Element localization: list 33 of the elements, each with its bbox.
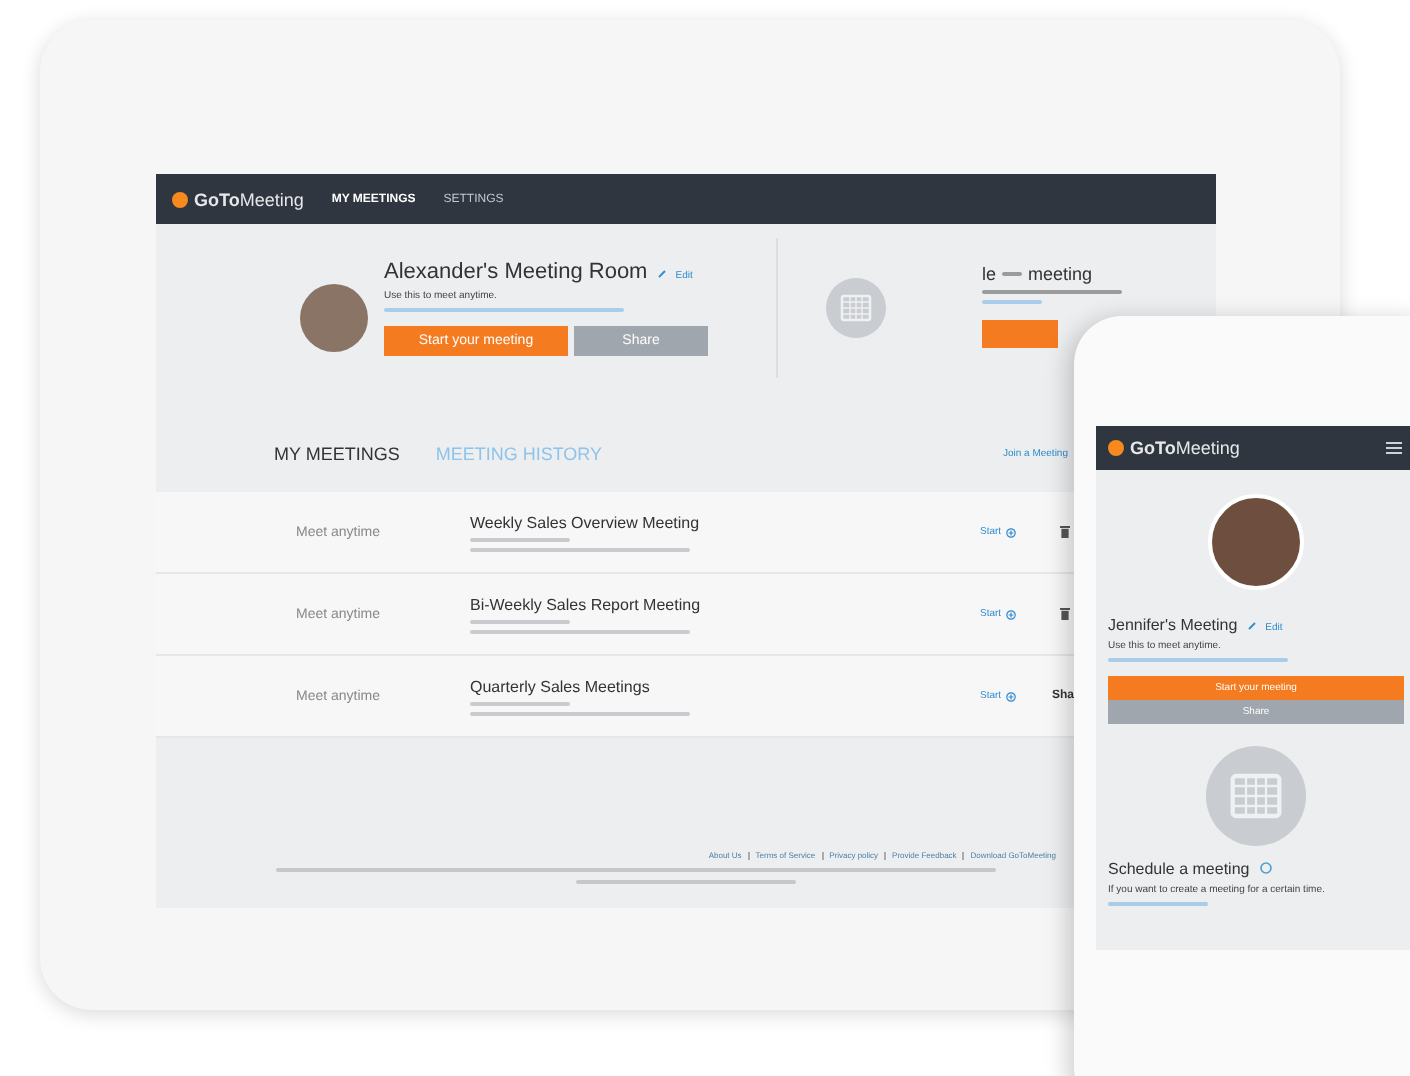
- meeting-title: Bi-Weekly Sales Report Meeting: [470, 595, 703, 613]
- plus-circle-icon: [1005, 527, 1016, 537]
- meetings-tab[interactable]: MY MEETINGS: [274, 444, 400, 464]
- avatar-placeholder: [1208, 494, 1304, 590]
- logo-icon: [1108, 440, 1124, 456]
- pencil-icon: [657, 270, 666, 278]
- plus-circle-icon: [1005, 609, 1016, 619]
- room-title: Jennifer's Meeting: [1108, 616, 1238, 634]
- blurred-text-line: [1002, 272, 1023, 276]
- logo-icon: [172, 191, 188, 207]
- room-title: Alexander's Meeting Room: [384, 260, 648, 284]
- pencil-icon: [1247, 622, 1256, 630]
- blurred-text-line: [982, 290, 1122, 294]
- calendar-icon: [1206, 746, 1306, 846]
- logo-text: GoToMeeting: [1130, 438, 1240, 458]
- blurred-text-line: [470, 619, 570, 623]
- schedule-title-end: meeting: [1028, 264, 1093, 284]
- schedule-title: Schedule a meeting: [1108, 860, 1250, 878]
- blurred-text-line: [470, 701, 570, 705]
- avatar-placeholder: [300, 284, 368, 352]
- menu-icon[interactable]: [1386, 442, 1402, 454]
- trash-icon[interactable]: [1060, 608, 1070, 620]
- trash-icon[interactable]: [1060, 526, 1070, 538]
- info-icon: [1259, 862, 1272, 874]
- blurred-text-line: [470, 537, 570, 541]
- blurred-link-line: [982, 300, 1042, 304]
- logo-text: GoToMeeting: [194, 189, 304, 209]
- plus-circle-icon: [1005, 691, 1016, 701]
- meeting-title: Quarterly Sales Meetings: [470, 677, 652, 695]
- schedule-title-start: le: [982, 264, 997, 284]
- calendar-icon: [826, 278, 886, 338]
- blurred-link-line: [1108, 902, 1208, 906]
- meeting-title: Weekly Sales Overview Meeting: [470, 513, 702, 531]
